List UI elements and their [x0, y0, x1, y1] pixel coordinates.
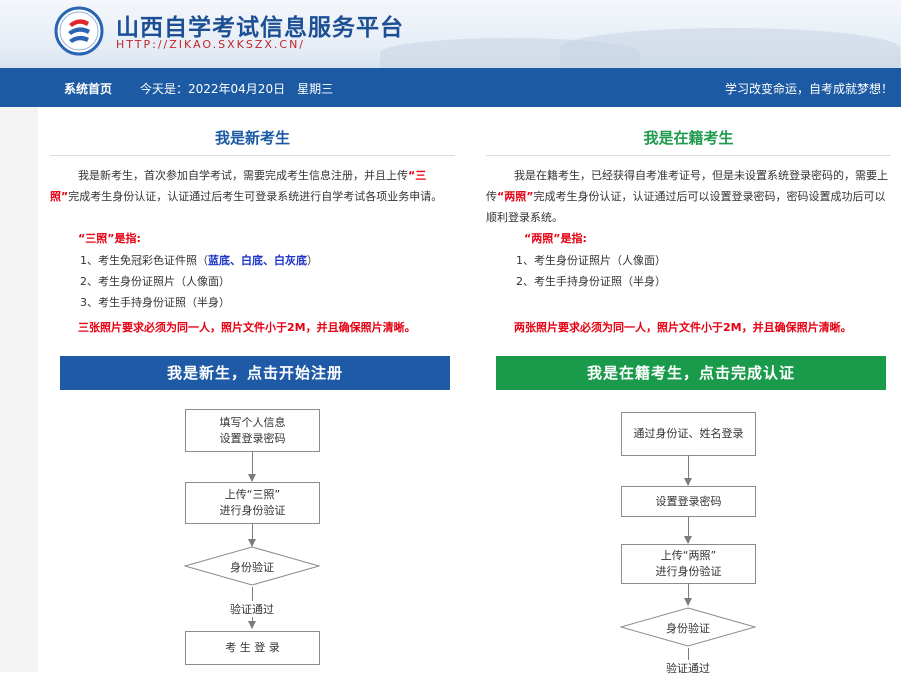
enrolled-student-verify-button[interactable]: 我是在籍考生，点击完成认证	[496, 356, 886, 390]
intro-text: 完成考生身份认证，认证通过后考生可登录系统进行自学考试各项业务申请。	[68, 190, 443, 203]
nav-slogan: 学习改变命运，自考成就梦想！	[724, 82, 893, 96]
flow-step-fill-info: 填写个人信息 设置登录密码	[185, 409, 320, 452]
flow-arrow	[684, 516, 692, 544]
site-header: 山西自学考试信息服务平台 HTTP://ZIKAO.SXKSZX.CN/	[0, 0, 901, 68]
flow-step-login: 考 生 登 录	[185, 631, 320, 665]
flow-arrow	[684, 583, 692, 606]
flow-step-set-password: 设置登录密码	[621, 486, 756, 517]
flow-decision-label: 身份验证	[230, 561, 274, 574]
item-text: ）	[307, 254, 318, 267]
flow-pass-label: 验证通过	[228, 601, 276, 617]
flow-arrow	[684, 455, 692, 486]
item-text: 1、考生免冠彩色证件照（	[80, 254, 208, 267]
top-nav-bar: 系统首页 今天是：2022年04月20日 星期三 学习改变命运，自考成就梦想！	[0, 68, 901, 107]
flow-text: 填写个人信息	[219, 415, 286, 429]
flow-text: 上传“三照”	[224, 488, 281, 501]
flow-text: 上传“两照”	[660, 549, 717, 562]
enrolled-student-title: 我是在籍考生	[643, 129, 734, 147]
new-student-register-button[interactable]: 我是新生，点击开始注册	[60, 356, 450, 390]
photo-warning: 两张照片要求必须为同一人，照片文件小于2M，并且确保照片清晰。	[514, 321, 852, 334]
flow-step-upload-photos: 上传“两照” 进行身份验证	[621, 544, 756, 584]
new-student-title: 我是新考生	[214, 129, 290, 147]
photo-warning: 三张照片要求必须为同一人，照片文件小于2M，并且确保照片清晰。	[78, 321, 416, 334]
requirement-item: 2、考生身份证照片（人像面）	[80, 275, 230, 288]
new-student-intro: 我是新考生，首次参加自学考试，需要完成考生信息注册，并且上传“三照”完成考生身份…	[50, 165, 455, 207]
site-url[interactable]: HTTP://ZIKAO.SXKSZX.CN/	[116, 38, 305, 51]
exam-logo-icon[interactable]	[54, 6, 104, 56]
divider	[50, 155, 455, 156]
intro-text: 完成考生身份认证，认证通过后可以设置登录密码，密码设置成功后可以顺利登录系统。	[486, 190, 886, 224]
flow-decision-label: 身份验证	[666, 622, 710, 635]
requirement-heading: “三照”是指:	[78, 232, 141, 245]
current-date: 今天是：2022年04月20日 星期三	[140, 82, 334, 96]
flow-pass-label: 验证通过	[664, 660, 712, 676]
nav-home-link[interactable]: 系统首页	[64, 80, 112, 97]
header-decoration	[560, 28, 900, 68]
requirement-item: 1、考生身份证照片（人像面）	[516, 254, 666, 267]
requirement-item: 1、考生免冠彩色证件照（蓝底、白底、白灰底）	[80, 252, 318, 268]
flow-text: 进行身份验证	[219, 504, 286, 517]
item-highlight: 蓝底、白底、白灰底	[208, 254, 307, 267]
intro-text: 我是新考生，首次参加自学考试，需要完成考生信息注册，并且上传	[78, 169, 408, 182]
enrolled-student-intro: 我是在籍考生，已经获得自考准考证号，但是未设置系统登录密码的，需要上传“两照”完…	[486, 165, 891, 228]
left-margin	[0, 107, 38, 672]
flow-arrow	[248, 451, 256, 482]
flow-step-upload-photos: 上传“三照” 进行身份验证	[185, 482, 320, 524]
requirement-heading: “两照”是指:	[524, 232, 587, 245]
flow-text: 设置登录密码	[219, 431, 286, 445]
site-title: 山西自学考试信息服务平台	[116, 15, 404, 41]
intro-highlight: “两照”	[497, 190, 534, 203]
flow-arrow	[248, 523, 256, 547]
flow-text: 进行身份验证	[655, 565, 722, 578]
divider	[486, 155, 891, 156]
flow-step-id-login: 通过身份证、姓名登录	[621, 412, 756, 456]
requirement-item: 3、考生手持身份证照（半身）	[80, 296, 230, 309]
requirement-item: 2、考生手持身份证照（半身）	[516, 275, 666, 288]
